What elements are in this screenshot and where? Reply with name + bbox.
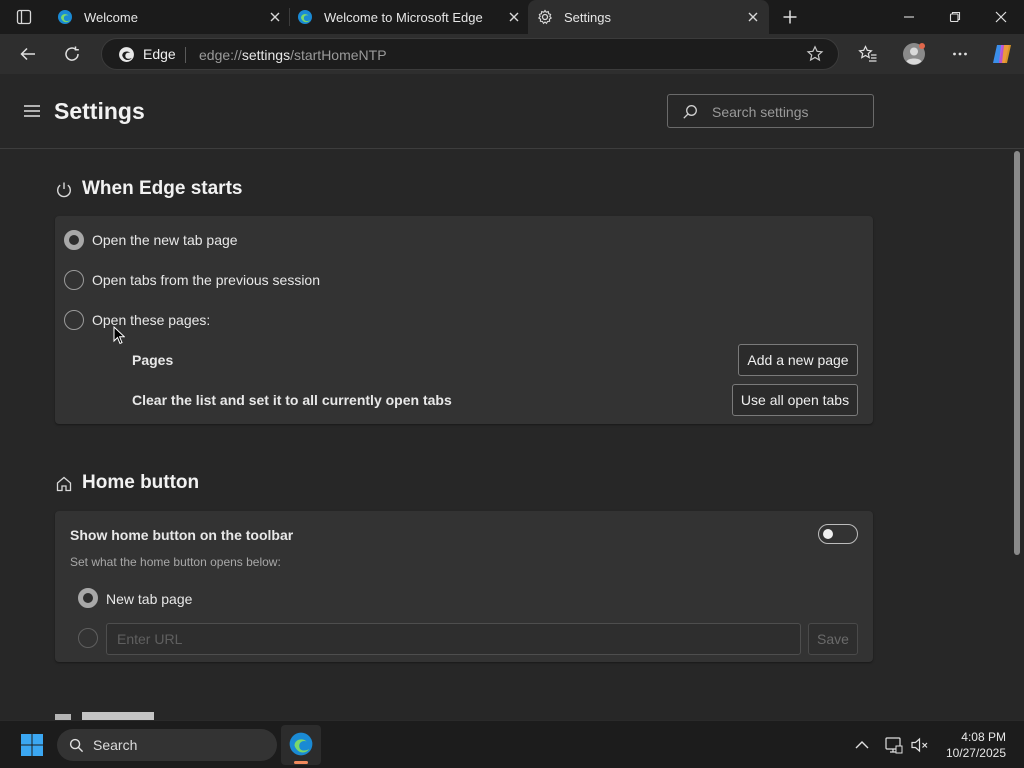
add-new-page-button[interactable]: Add a new page [738, 344, 858, 376]
home-button-card: Show home button on the toolbar Set what… [55, 511, 873, 662]
close-tab-icon[interactable] [268, 10, 282, 24]
mouse-cursor-icon [113, 326, 125, 345]
edge-icon [119, 47, 134, 62]
option-label: New tab page [106, 591, 193, 607]
more-menu-button[interactable] [946, 40, 974, 68]
tab-strip: Welcome Welcome to Microsoft Edge Settin… [0, 0, 1024, 34]
tab-title: Welcome to Microsoft Edge [324, 10, 483, 25]
startup-card: Open the new tab page Open tabs from the… [55, 216, 873, 424]
page-title: Settings [54, 98, 145, 124]
tab-title: Welcome [84, 10, 138, 25]
menu-icon[interactable] [22, 101, 42, 121]
show-home-label: Show home button on the toolbar [70, 527, 294, 543]
minimize-icon [904, 16, 914, 18]
clear-list-label: Clear the list and set it to all current… [132, 392, 452, 408]
taskbar-edge-app[interactable] [281, 725, 321, 765]
system-clock[interactable]: 4:08 PM 10/27/2025 [946, 729, 1006, 761]
address-bar[interactable]: Edge edge://settings/startHomeNTP [101, 38, 839, 70]
toggle-knob [823, 529, 833, 539]
settings-search[interactable] [667, 94, 874, 128]
address-separator [185, 47, 186, 63]
tab-welcome[interactable]: Welcome [48, 0, 288, 34]
tab-welcome-edge[interactable]: Welcome to Microsoft Edge [288, 0, 528, 34]
use-all-open-tabs-button[interactable]: Use all open tabs [732, 384, 858, 416]
taskbar-search[interactable]: Search [57, 729, 277, 761]
new-tab-button[interactable] [776, 3, 804, 31]
address-url[interactable]: edge://settings/startHomeNTP [199, 47, 387, 63]
browser-toolbar: Edge edge://settings/startHomeNTP [0, 34, 1024, 74]
option-label: Open these pages: [92, 312, 211, 328]
clock-time: 4:08 PM [961, 730, 1006, 744]
restore-button[interactable] [932, 0, 978, 34]
refresh-button[interactable] [58, 40, 86, 68]
profile-button[interactable] [900, 40, 928, 68]
show-home-toggle[interactable] [818, 524, 858, 544]
start-button[interactable] [20, 733, 44, 757]
section-title-home: Home button [82, 472, 200, 493]
pages-label: Pages [132, 352, 174, 368]
url-host: settings [241, 47, 291, 63]
home-hint: Set what the home button opens below: [70, 555, 281, 569]
save-button[interactable]: Save [808, 623, 858, 655]
edge-icon [58, 10, 72, 24]
next-section-title [82, 712, 154, 720]
radio-open-these-pages[interactable] [64, 310, 84, 330]
close-tab-icon[interactable] [507, 10, 521, 24]
close-icon [995, 11, 1007, 23]
radio-previous-session[interactable] [64, 270, 84, 290]
edge-icon [289, 732, 313, 756]
chevron-up-icon[interactable] [852, 735, 872, 755]
option-label: Open the new tab page [92, 232, 238, 248]
refresh-icon [65, 46, 79, 61]
url-prefix: edge:// [199, 47, 242, 63]
favorite-star-icon[interactable] [806, 45, 824, 63]
network-icon[interactable] [884, 735, 904, 755]
back-button[interactable] [14, 40, 42, 68]
site-identity-label[interactable]: Edge [143, 46, 176, 62]
volume-muted-icon[interactable] [910, 735, 930, 755]
copilot-icon [993, 45, 1011, 63]
tab-actions-icon[interactable] [10, 3, 38, 31]
clock-date: 10/27/2025 [945, 746, 1006, 760]
windows-icon [21, 734, 43, 756]
url-input[interactable] [117, 631, 717, 647]
restore-icon [949, 11, 961, 23]
close-window-button[interactable] [978, 0, 1024, 34]
radio-home-new-tab[interactable] [78, 588, 98, 608]
close-tab-icon[interactable] [746, 10, 760, 24]
radio-new-tab-page[interactable] [64, 230, 84, 250]
windows-taskbar: Search 4:08 PM 10/27/2025 [0, 720, 1024, 768]
edge-icon [298, 10, 312, 24]
option-label: Open tabs from the previous session [92, 272, 321, 288]
search-icon [683, 105, 697, 119]
gear-icon [537, 9, 553, 25]
settings-page: Settings When Edge starts Open the new t… [0, 74, 1024, 720]
home-url-field[interactable] [106, 623, 801, 655]
power-icon [57, 182, 71, 198]
tab-title: Settings [564, 10, 611, 25]
favorites-icon [858, 45, 877, 62]
section-title-startup: When Edge starts [82, 178, 243, 199]
more-horizontal-icon [953, 52, 967, 56]
settings-header: Settings [0, 74, 1024, 149]
plus-icon [783, 10, 797, 24]
radio-home-url[interactable] [78, 628, 98, 648]
home-icon [56, 476, 72, 492]
search-icon [69, 738, 84, 753]
url-path: /startHomeNTP [290, 47, 387, 63]
scrollbar[interactable] [1014, 151, 1020, 555]
copilot-button[interactable] [988, 40, 1016, 68]
search-input[interactable] [712, 102, 862, 122]
taskbar-search-label: Search [93, 737, 138, 753]
arrow-left-icon [20, 47, 35, 61]
tab-settings[interactable]: Settings [528, 0, 769, 34]
favorites-button[interactable] [854, 40, 882, 68]
minimize-button[interactable] [886, 0, 932, 34]
running-indicator [294, 761, 308, 764]
avatar [903, 43, 925, 65]
